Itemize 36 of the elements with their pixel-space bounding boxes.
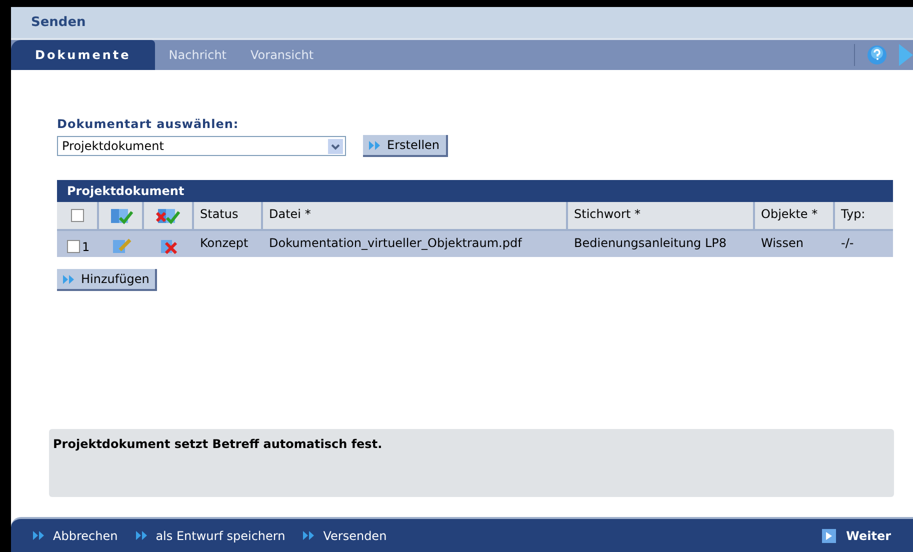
- column-header: Datei *: [263, 202, 568, 229]
- next-button[interactable]: Weiter: [822, 526, 891, 544]
- checkbox[interactable]: [70, 209, 84, 222]
- field-label: Dokumentart auswählen:: [57, 116, 240, 133]
- footer-link[interactable]: Versenden: [303, 526, 387, 544]
- column-header: Stichwort *: [568, 202, 755, 229]
- column-header: Objekte *: [755, 202, 835, 229]
- footer-link[interactable]: Abbrechen: [33, 526, 118, 544]
- double-arrow-icon: [369, 140, 381, 150]
- select-all-icon[interactable]: [108, 206, 132, 224]
- row-number: 1: [82, 241, 90, 253]
- add-button[interactable]: Hinzufügen: [57, 269, 158, 291]
- play-icon: [822, 528, 836, 542]
- table-cell-text: Dokumentation_virtueller_Objektraum.pdf: [268, 235, 524, 252]
- create-button[interactable]: Erstellen: [363, 135, 448, 157]
- table-cell-text: Konzept: [199, 235, 250, 252]
- checkbox[interactable]: [67, 240, 80, 253]
- table-cell-text: Bedienungsanleitung LP8: [573, 235, 728, 252]
- tab[interactable]: Dokumente: [11, 40, 155, 70]
- double-arrow-icon: [33, 531, 45, 540]
- delete-icon[interactable]: [160, 238, 178, 254]
- window-title: Senden: [31, 14, 86, 32]
- column-header: Status: [194, 202, 263, 229]
- column-header: Typ:: [840, 206, 866, 223]
- table-title: Projektdokument: [57, 180, 893, 202]
- table-cell-text: Wissen: [760, 235, 804, 252]
- document-type-dropdown[interactable]: Projektdokument: [57, 136, 346, 156]
- table-cell-text: -/-: [840, 235, 855, 252]
- help-icon[interactable]: [867, 45, 887, 65]
- double-arrow-icon: [303, 531, 316, 540]
- double-arrow-icon: [136, 531, 148, 540]
- dropdown-icon: [328, 138, 343, 154]
- double-arrow-icon: [63, 274, 75, 284]
- note-text: Projektdokument setzt Betreff automatisch fest.: [53, 437, 382, 451]
- deselect-all-icon[interactable]: [156, 206, 180, 224]
- footer-link[interactable]: als Entwurf speichern: [136, 526, 286, 544]
